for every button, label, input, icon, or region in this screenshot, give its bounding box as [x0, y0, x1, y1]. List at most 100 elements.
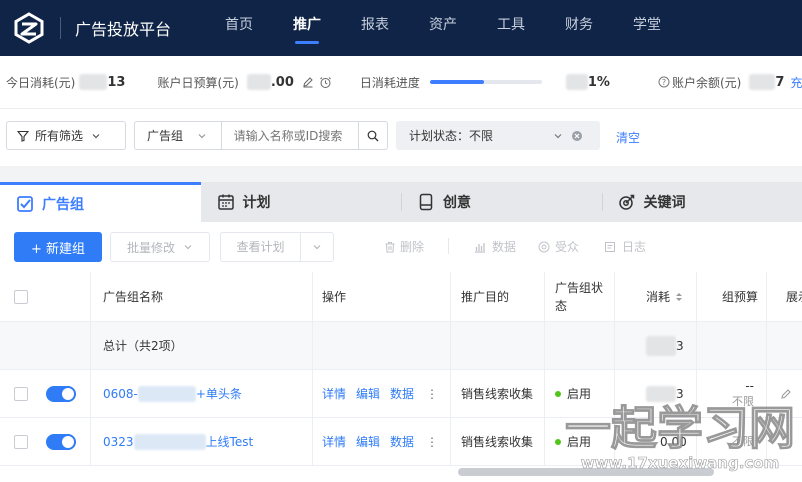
- recharge-link[interactable]: 充值: [790, 74, 802, 91]
- more-actions-icon[interactable]: ⋮: [426, 435, 438, 449]
- select-all-checkbox[interactable]: [14, 272, 28, 321]
- detail-link[interactable]: 详情: [322, 433, 346, 450]
- ad-group-name-link[interactable]: 0608- +单头条: [103, 370, 242, 417]
- row-purpose: 销售线索收集: [461, 435, 534, 449]
- col-header-status: 广告组状 态: [555, 272, 603, 321]
- trash-icon: [385, 241, 395, 252]
- nav-item-promotion[interactable]: 推广: [273, 0, 341, 56]
- row-spend: 0.00: [660, 418, 687, 465]
- today-spend-value: 13: [107, 74, 126, 90]
- checkbox-checked-icon: [17, 195, 33, 212]
- edit-link[interactable]: 编辑: [356, 433, 380, 450]
- col-header-spend[interactable]: 消耗: [646, 272, 684, 321]
- row-checkbox[interactable]: [14, 418, 28, 465]
- search-input[interactable]: [221, 122, 358, 149]
- progress-label: 日消耗进度: [359, 75, 420, 90]
- search-group: 广告组: [134, 121, 388, 150]
- row-enable-switch[interactable]: [46, 418, 76, 465]
- tab-ad-group[interactable]: 广告组: [0, 182, 201, 222]
- daily-budget-label: 账户日预算(元): [157, 75, 239, 90]
- delete-label: 删除: [400, 240, 425, 254]
- tab-keywords[interactable]: 关键词: [601, 182, 802, 222]
- masked-value: [646, 335, 676, 356]
- tablet-icon: [419, 193, 433, 211]
- status-text: 启用: [567, 435, 592, 449]
- status-dot-icon: [555, 390, 561, 397]
- detail-link[interactable]: 详情: [322, 385, 346, 402]
- new-group-button[interactable]: + 新建组: [14, 232, 102, 262]
- main-nav: 首页 推广 报表 资产 工具 财务 学堂: [205, 0, 681, 56]
- nav-item-academy[interactable]: 学堂: [613, 0, 681, 56]
- horizontal-scrollbar[interactable]: [458, 468, 714, 476]
- clear-circle-icon[interactable]: [571, 130, 583, 142]
- progress-bar: [429, 80, 542, 84]
- row-edit-pencil-icon[interactable]: [780, 370, 792, 417]
- name-prefix: 0608-: [103, 386, 138, 401]
- nav-item-tools[interactable]: 工具: [477, 0, 545, 56]
- status-filter-label: 计划状态：不限: [409, 129, 494, 143]
- log-button[interactable]: 日志: [604, 238, 646, 255]
- total-spend-value: 3: [676, 338, 684, 353]
- edit-link[interactable]: 编辑: [356, 385, 380, 402]
- view-plan-button[interactable]: 查看计划: [220, 232, 334, 262]
- chevron-down-icon: [198, 133, 206, 138]
- col-header-purpose: 推广目的: [461, 290, 510, 304]
- row-status: 启用: [555, 370, 591, 417]
- delete-button[interactable]: 删除: [384, 238, 424, 255]
- data-link[interactable]: 数据: [390, 433, 414, 450]
- budget-sub: 不限: [732, 394, 754, 408]
- audience-button[interactable]: 受众: [538, 238, 579, 255]
- nav-item-finance[interactable]: 财务: [545, 0, 613, 56]
- search-button[interactable]: [357, 122, 387, 149]
- sort-icon[interactable]: [674, 291, 684, 303]
- nav-item-home[interactable]: 首页: [205, 0, 273, 56]
- search-scope-select[interactable]: 广告组: [135, 122, 222, 149]
- toolbar-divider: [448, 238, 449, 254]
- status-dot-icon: [555, 438, 561, 445]
- masked-value: [137, 385, 196, 402]
- chevron-down-icon: [554, 133, 562, 138]
- status-text: 启用: [567, 387, 592, 401]
- masked-value: [565, 74, 588, 90]
- status-filter-tag[interactable]: 计划状态：不限: [396, 121, 600, 150]
- nav-item-reports[interactable]: 报表: [341, 0, 409, 56]
- status-header-line2: 态: [555, 298, 568, 313]
- ad-group-name-link[interactable]: 0323 上线Test: [103, 418, 253, 465]
- budget-value: --: [745, 378, 754, 393]
- help-circle-icon[interactable]: ?: [658, 76, 670, 88]
- today-spend-label: 今日消耗(元): [6, 75, 76, 90]
- row-spend-value: 3: [676, 386, 684, 401]
- row-actions: 详情 编辑 数据 ⋮: [322, 418, 438, 465]
- tab-label: 计划: [242, 195, 271, 211]
- balance-label: 账户余额(元): [671, 75, 742, 90]
- more-actions-icon[interactable]: ⋮: [426, 387, 438, 401]
- search-icon: [367, 130, 379, 141]
- ad-group-table: 广告组名称 操作 推广目的 广告组状 态 消耗 组预算 展示 总计（共2项） 3: [0, 272, 802, 482]
- edit-pencil-icon[interactable]: [302, 76, 314, 88]
- all-filters-dropdown[interactable]: 所有筛选: [6, 121, 126, 150]
- tab-creative[interactable]: 创意: [401, 182, 602, 222]
- today-spend: 今日消耗(元) 13: [6, 74, 125, 91]
- data-link[interactable]: 数据: [390, 385, 414, 402]
- col-header-name[interactable]: 广告组名称: [103, 272, 163, 321]
- top-navigation-bar: 广告投放平台 首页 推广 报表 资产 工具 财务 学堂: [0, 0, 802, 56]
- platform-logo-icon[interactable]: [12, 11, 46, 45]
- status-header-line1: 广告组状: [555, 280, 604, 295]
- nav-item-assets[interactable]: 资产: [409, 0, 477, 56]
- alarm-clock-icon[interactable]: [319, 76, 332, 89]
- object-tabs: 广告组 计划 创意 关键词: [0, 182, 802, 222]
- row-purpose: 销售线索收集: [461, 387, 534, 401]
- row-checkbox[interactable]: [14, 370, 28, 417]
- target-icon: [618, 194, 634, 210]
- clear-filters-link[interactable]: 清空: [616, 129, 640, 146]
- progress-percent: 1%: [587, 74, 610, 90]
- row-enable-switch[interactable]: [46, 370, 76, 417]
- view-plan-label: 查看计划: [221, 233, 301, 261]
- batch-edit-button[interactable]: 批量修改: [110, 232, 210, 262]
- data-button[interactable]: 数据: [474, 238, 516, 255]
- tab-label: 广告组: [42, 196, 84, 213]
- tab-plan[interactable]: 计划: [201, 182, 402, 222]
- log-label: 日志: [622, 240, 647, 254]
- col-header-impressions: 展示: [786, 290, 802, 304]
- masked-value: [79, 74, 108, 90]
